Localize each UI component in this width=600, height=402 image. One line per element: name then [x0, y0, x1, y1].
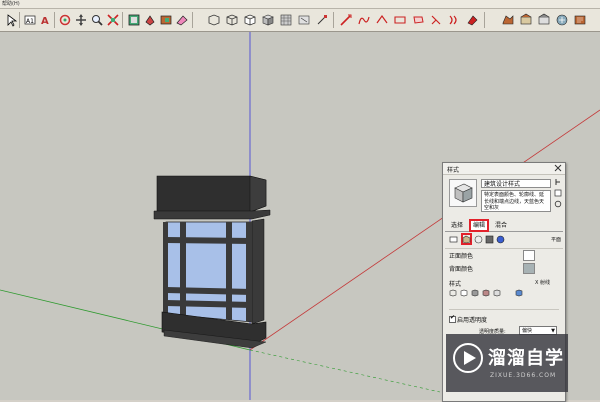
enable-transparency-label: 启用透明度	[457, 317, 488, 324]
play-logo-icon	[452, 342, 484, 374]
panel-title: 样式	[447, 167, 460, 174]
textured-icon[interactable]	[278, 12, 294, 28]
text-icon[interactable]: A1	[22, 12, 38, 28]
main-toolbar: A1 A	[0, 9, 600, 32]
enable-transparency-checkbox[interactable]	[449, 314, 456, 323]
eraser-icon[interactable]	[174, 12, 190, 28]
front-color-label: 正面颜色	[449, 253, 474, 260]
pushpull-icon[interactable]	[446, 12, 462, 28]
close-icon[interactable]	[554, 164, 562, 172]
background-settings-icon[interactable]	[474, 235, 483, 244]
move-icon[interactable]	[500, 12, 516, 28]
rectangle-icon[interactable]	[374, 12, 390, 28]
update-style-icon[interactable]	[554, 178, 562, 186]
polygon-icon[interactable]	[410, 12, 426, 28]
wireframe-style-icon[interactable]	[449, 289, 457, 297]
watermark-settings-icon[interactable]	[485, 235, 494, 244]
freehand-icon[interactable]	[356, 12, 372, 28]
toolbar-separator	[122, 12, 123, 28]
style-description-field[interactable]: 特定表面颜色、轮廓线、延长线和端点边线，天蓝色天空和灰	[481, 190, 551, 212]
xray-icon[interactable]	[206, 12, 222, 28]
edge-settings-icon[interactable]	[449, 235, 458, 244]
menu-help[interactable]: 帮助(H)	[2, 0, 20, 8]
select-arrow-icon[interactable]	[4, 12, 20, 28]
panel-tabs: 选择 编辑 混合	[445, 219, 563, 232]
components-icon[interactable]	[126, 12, 142, 28]
textured-style-icon[interactable]	[482, 289, 490, 297]
modeling-settings-icon[interactable]	[496, 235, 505, 244]
tab-edit[interactable]: 编辑	[469, 219, 490, 232]
tab-select[interactable]: 选择	[449, 221, 465, 230]
green-axis-dashed	[249, 349, 441, 393]
house-icon[interactable]	[554, 12, 570, 28]
toolbar-separator	[19, 12, 20, 28]
back-color-label: 背面颜色	[449, 266, 474, 273]
xray-label: X 射线	[535, 280, 551, 286]
monochrome-icon[interactable]	[296, 12, 312, 28]
style-thumbnail	[449, 179, 477, 207]
3d-text-icon[interactable]: A	[38, 12, 54, 28]
circle-icon[interactable]	[392, 12, 408, 28]
model-info-icon[interactable]	[572, 12, 588, 28]
face-settings-body: 正面颜色 背面颜色 样式 X 射线 启用透明度 透明度质量: 偏快 ▼	[445, 248, 563, 339]
followme-icon[interactable]	[464, 12, 480, 28]
create-style-icon[interactable]	[554, 189, 562, 197]
shaded-icon[interactable]	[260, 12, 276, 28]
back-color-swatch[interactable]	[523, 263, 535, 274]
orbit-icon[interactable]	[57, 12, 73, 28]
toolbar-separator	[333, 12, 334, 28]
style-label: 样式	[449, 281, 462, 288]
hidden-line-icon[interactable]	[242, 12, 258, 28]
offset-icon[interactable]	[428, 12, 444, 28]
line-icon[interactable]	[314, 12, 330, 28]
toolbar-separator	[192, 12, 193, 28]
menu-bar: 帮助(H)	[0, 0, 600, 9]
watermark-overlay: 溜溜自学 ZIXUE.3D66.COM	[446, 334, 568, 392]
toolbar-separator	[484, 12, 485, 28]
front-color-swatch[interactable]	[523, 250, 535, 261]
window-model[interactable]	[153, 175, 271, 349]
watermark-url: ZIXUE.3D66.COM	[490, 372, 557, 379]
panel-titlebar[interactable]: 样式	[443, 163, 565, 175]
pan-icon[interactable]	[73, 12, 89, 28]
face-style-icons	[449, 289, 533, 299]
tab-mix[interactable]: 混合	[493, 221, 509, 230]
scale-icon[interactable]	[536, 12, 552, 28]
svg-text:A1: A1	[26, 18, 34, 25]
style-name-field[interactable]: 建筑设计样式	[481, 179, 551, 188]
watermark-title: 溜溜自学	[488, 348, 564, 369]
shaded-style-icon[interactable]	[471, 289, 479, 297]
view-mode-label: 平面	[550, 237, 561, 243]
wireframe-icon[interactable]	[224, 12, 240, 28]
xray-style-icon[interactable]	[515, 289, 523, 297]
paint-icon[interactable]	[142, 12, 158, 28]
hidden-line-style-icon[interactable]	[460, 289, 468, 297]
monochrome-style-icon[interactable]	[493, 289, 501, 297]
arc-icon[interactable]	[338, 12, 354, 28]
toolbar-separator	[54, 12, 55, 28]
face-settings-icon[interactable]	[462, 235, 471, 244]
edit-category-icons: 平面	[447, 233, 563, 246]
zoom-extents-icon[interactable]	[105, 12, 121, 28]
rotate-icon[interactable]	[518, 12, 534, 28]
materials-icon[interactable]	[158, 12, 174, 28]
svg-text:A: A	[41, 16, 49, 27]
zoom-icon[interactable]	[89, 12, 105, 28]
refresh-icon[interactable]	[554, 200, 562, 208]
